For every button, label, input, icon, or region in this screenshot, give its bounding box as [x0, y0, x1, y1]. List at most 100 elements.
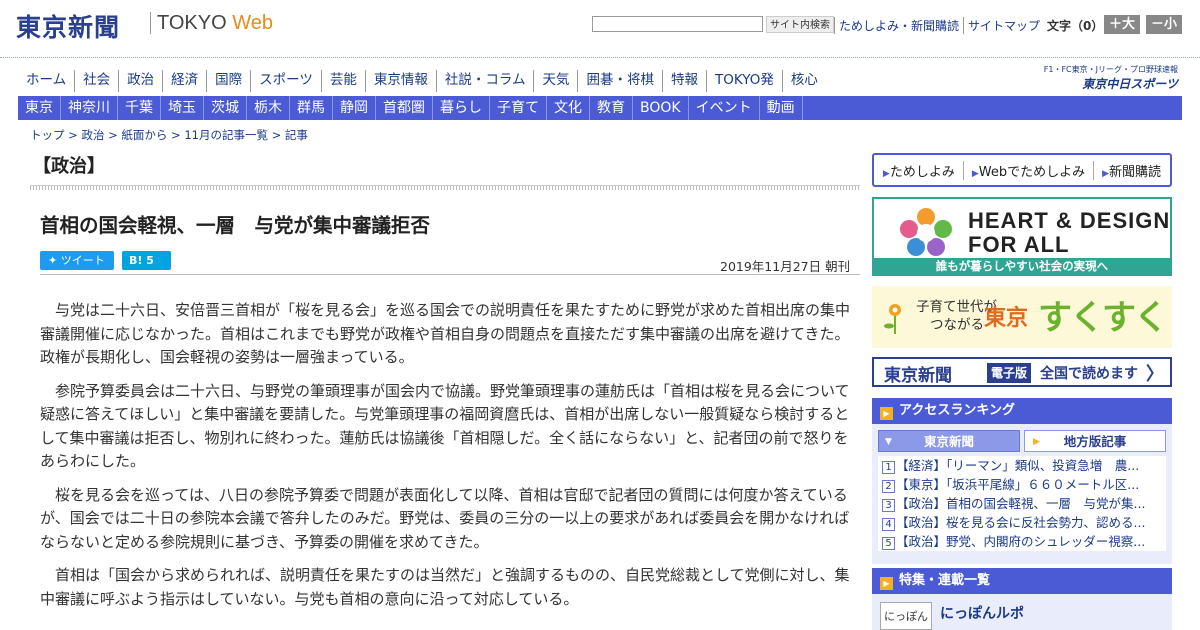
nav-item-sports[interactable]: スポーツ	[250, 70, 321, 92]
nav-item-kakushin[interactable]: 核心	[781, 70, 826, 92]
ranking-tab-local[interactable]: ▶ 地方版記事	[1024, 430, 1166, 452]
tokyo-web-text: TOKYO	[157, 12, 227, 34]
rank-number: 5	[882, 537, 895, 550]
nav-item-tokyo-hatsu[interactable]: TOKYO発	[705, 70, 782, 92]
ranking-item-text: 【政治】野党、内閣府のシュレッダー視察...	[896, 534, 1146, 549]
ranking-item[interactable]: 2 【東京】「坂浜平尾線」６６０メートル区...	[878, 475, 1166, 494]
region-item-video[interactable]: 動画	[760, 96, 803, 120]
search-button[interactable]: サイト内検索	[766, 16, 834, 33]
arrow-right-icon: ▶	[880, 407, 893, 420]
tokyo-web-logo[interactable]: TOKYO Web	[157, 12, 273, 35]
heart-design-title-2: FOR ALL	[968, 232, 1070, 257]
subscribe-label: 新聞購読	[1109, 164, 1162, 180]
ranking-header: ▶ アクセスランキング	[872, 398, 1172, 424]
nav-item-international[interactable]: 国際	[206, 70, 250, 92]
nav-item-home[interactable]: ホーム	[18, 70, 74, 92]
ranking-item[interactable]: 1 【経済】「リーマン」類似、投資急増 農...	[878, 456, 1166, 475]
nav-item-editorial[interactable]: 社説・コラム	[435, 70, 534, 92]
tweet-button[interactable]: ✦ ツイート	[40, 251, 114, 270]
arrow-right-icon: ▶	[971, 168, 979, 179]
nav-item-politics[interactable]: 政治	[118, 70, 162, 92]
tokyo-sukusuku-banner[interactable]: 子育て世代が つながる 東京 すくすく	[872, 286, 1172, 348]
article-paragraph: 首相は「国会から求められれば、説明責任を果たすのは当然だ」と強調するものの、自民…	[40, 566, 850, 608]
nav-item-entertainment[interactable]: 芸能	[320, 70, 365, 92]
region-item-tokyo[interactable]: 東京	[18, 96, 61, 120]
nippon-repo-link[interactable]: にっぽんルポ	[940, 603, 1024, 623]
region-item-book[interactable]: BOOK	[633, 96, 689, 120]
nav-item-tokuho[interactable]: 特報	[661, 70, 706, 92]
trial-subscribe-link[interactable]: ためしよみ・新聞購読	[834, 17, 963, 34]
region-item-kanagawa[interactable]: 神奈川	[61, 96, 118, 120]
web-trial-button[interactable]: ▶Webでためしよみ	[962, 160, 1093, 180]
article-headline: 首相の国会軽視、一層 与党が集中審議拒否	[40, 214, 431, 237]
breadcrumb[interactable]: トップ > 政治 > 紙面から > 11月の記事一覧 > 記事	[30, 127, 308, 143]
article-paragraph: 桜を見る会を巡っては、八日の参院予算委で問題が表面化して以降、首相は官邸で記者団…	[40, 485, 850, 551]
rank-number: 3	[882, 499, 895, 512]
sitemap-link[interactable]: サイトマップ	[963, 17, 1044, 34]
heart-design-logo-icon	[900, 208, 952, 256]
ranking-item[interactable]: 5 【政治】野党、内閣府のシュレッダー視察...	[878, 532, 1166, 551]
site-logo[interactable]: 東京新聞	[16, 8, 120, 44]
region-item-ibaraki[interactable]: 茨城	[204, 96, 247, 120]
rank-number: 2	[882, 480, 895, 493]
article-body: 与党は二十六日、安倍晋三首相が「桜を見る会」を巡る国会での説明責任を果たすために…	[40, 299, 860, 621]
heart-design-title-1: HEART & DESIGN	[968, 208, 1171, 233]
region-item-tochigi[interactable]: 栃木	[247, 96, 290, 120]
flower-icon	[884, 304, 901, 334]
digital-edition-banner[interactable]: 東京新聞 電子版 全国で読めます 〉	[872, 357, 1172, 387]
chunichi-sports-tagline: F1・FC東京・Jリーグ・プロ野球速報	[1043, 65, 1178, 74]
ranking-tab-tokyo-label: 東京新聞	[923, 434, 974, 449]
sukusuku-tagline-2: つながる	[930, 317, 984, 333]
ranking-tab-tokyo[interactable]: ▼ 東京新聞	[878, 430, 1020, 452]
arrow-right-icon: ▶	[1102, 168, 1110, 179]
font-bigger-button[interactable]: ＋大	[1104, 15, 1140, 34]
chunichi-sports-banner[interactable]: F1・FC東京・Jリーグ・プロ野球速報 東京中日スポーツ	[1026, 64, 1178, 91]
nav-item-weather[interactable]: 天気	[533, 70, 577, 92]
chunichi-sports-logo: 東京中日スポーツ	[1082, 77, 1178, 91]
region-item-chiba[interactable]: 千葉	[118, 96, 161, 120]
region-nav: 東京 神奈川 千葉 埼玉 茨城 栃木 群馬 静岡 首都圏 暮らし 子育て 文化 …	[18, 96, 1182, 120]
region-item-gunma[interactable]: 群馬	[290, 96, 333, 120]
region-item-shizuoka[interactable]: 静岡	[333, 96, 376, 120]
rank-number: 1	[882, 461, 895, 474]
digital-edition-logo: 東京新聞	[884, 366, 952, 386]
heart-design-banner[interactable]: HEART & DESIGN FOR ALL 誰もが暮らしやすい社会の実現へ	[872, 197, 1172, 276]
trial-label: ためしよみ	[889, 164, 955, 180]
nav-item-go-shogi[interactable]: 囲碁・将棋	[577, 70, 662, 92]
trial-button[interactable]: ▶ためしよみ	[875, 161, 963, 180]
subscribe-button[interactable]: ▶新聞購読	[1093, 160, 1169, 180]
ranking-item[interactable]: 4 【政治】桜を見る会に反社会勢力、認める...	[878, 513, 1166, 532]
ranking-item-text: 【東京】「坂浜平尾線」６６０メートル区...	[896, 477, 1140, 492]
region-item-shutoken[interactable]: 首都圏	[376, 96, 433, 120]
twitter-bird-icon: ✦	[48, 254, 61, 267]
region-item-kurashi[interactable]: 暮らし	[433, 96, 490, 120]
web-trial-label: Webでためしよみ	[978, 164, 1086, 180]
ranking-item[interactable]: 3 【政治】首相の国会軽視、一層 与党が集...	[878, 494, 1166, 513]
font-size-label: 文字（0）	[1047, 19, 1104, 33]
nav-item-tokyo-info[interactable]: 東京情報	[364, 70, 436, 92]
tweet-label: ツイート	[60, 254, 105, 267]
ranking-tab-local-label: 地方版記事	[1063, 434, 1127, 449]
region-item-saitama[interactable]: 埼玉	[161, 96, 204, 120]
nav-item-economy[interactable]: 経済	[162, 70, 206, 92]
nippon-repo-logo[interactable]: にっぽん	[880, 602, 932, 630]
ranking-item-text: 【経済】「リーマン」類似、投資急増 農...	[896, 458, 1140, 473]
font-smaller-button[interactable]: －小	[1146, 15, 1182, 34]
region-item-event[interactable]: イベント	[689, 96, 760, 120]
ranking-list: 1 【経済】「リーマン」類似、投資急増 農... 2 【東京】「坂浜平尾線」６６０メ…	[878, 456, 1166, 551]
site-header: 東京新聞 TOKYO Web サイト内検索 ためしよみ・新聞購読 サイトマップ …	[0, 0, 1200, 58]
tokyo-web-accent: Web	[232, 12, 273, 34]
digital-edition-text: 全国で読めます	[1040, 366, 1138, 382]
region-item-bunka[interactable]: 文化	[547, 96, 590, 120]
logo-divider	[150, 12, 151, 34]
features-title: 特集・連載一覧	[899, 573, 991, 588]
region-item-kyoiku[interactable]: 教育	[590, 96, 633, 120]
arrow-right-icon: ▶	[1033, 437, 1040, 447]
nav-item-society[interactable]: 社会	[74, 70, 118, 92]
digital-edition-badge: 電子版	[987, 363, 1032, 383]
search-input[interactable]	[592, 16, 763, 32]
heart-design-caption: 誰もが暮らしやすい社会の実現へ	[874, 258, 1170, 274]
region-item-kosodate[interactable]: 子育て	[490, 96, 547, 120]
hatena-bookmark-button[interactable]: B! 5	[122, 251, 171, 270]
header-links: ためしよみ・新聞購読 サイトマップ	[834, 17, 1044, 34]
